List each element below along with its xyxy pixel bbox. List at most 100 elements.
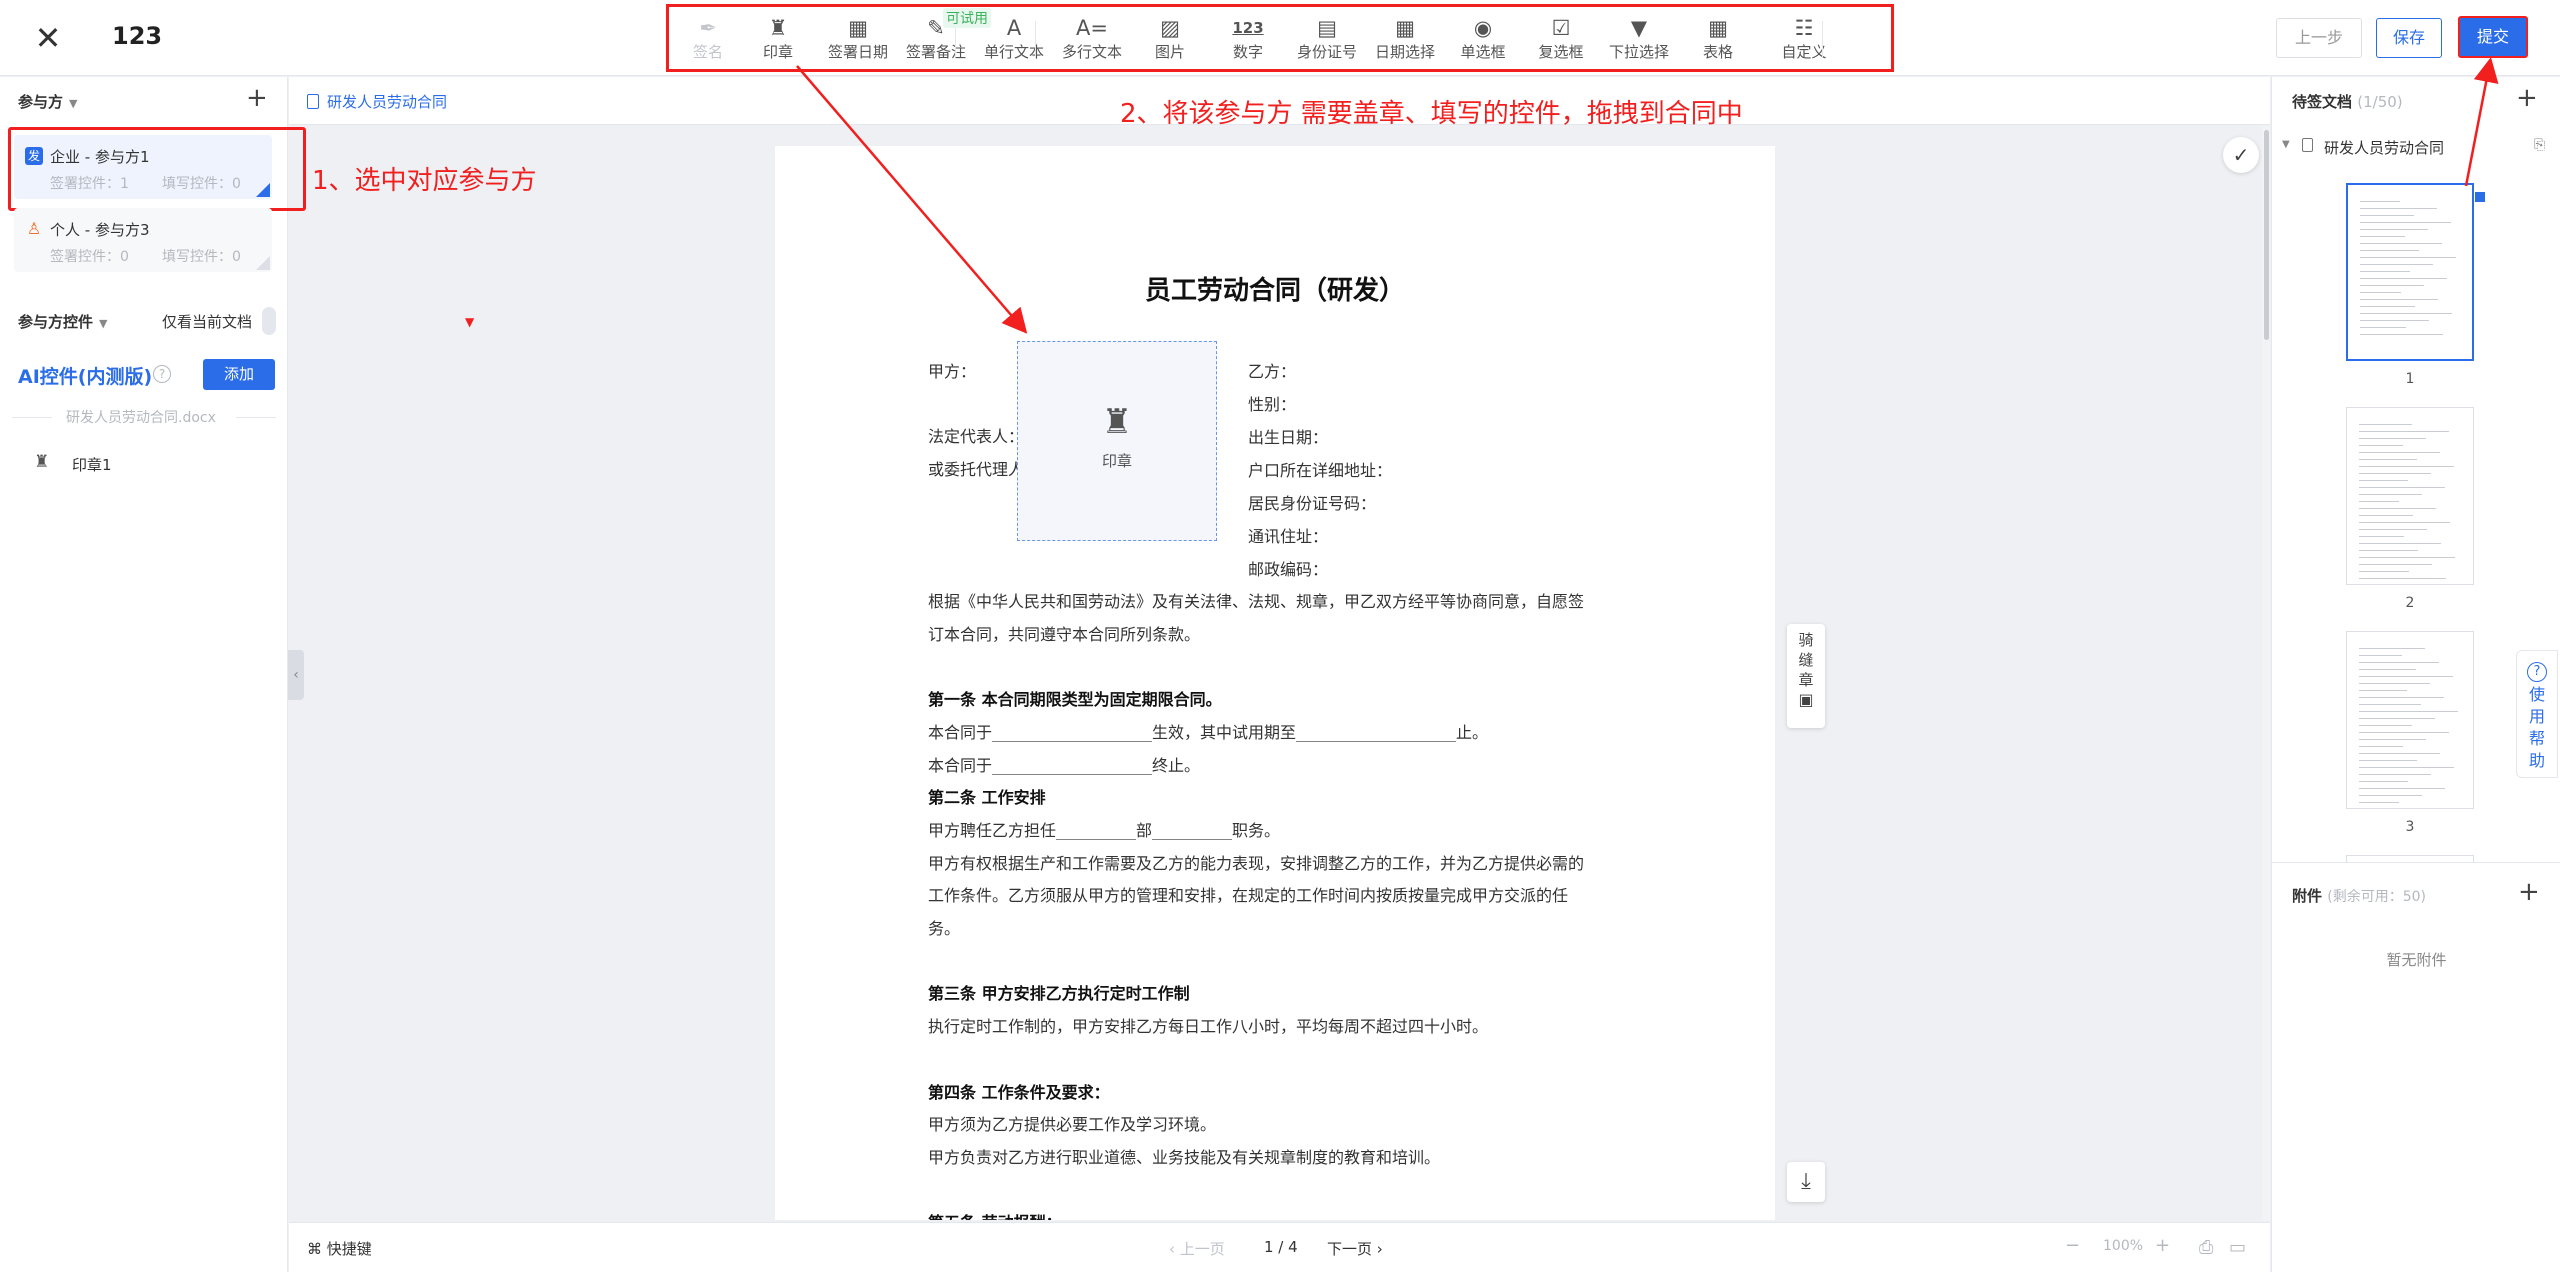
id-card-icon: ▤	[1317, 16, 1337, 40]
thumbnail-text-line	[2359, 739, 2426, 740]
scrollbar-thumb[interactable]	[2264, 130, 2269, 340]
thumbnail-text-line	[2359, 564, 2432, 565]
view-mode-icon[interactable]: ▭	[2229, 1237, 2246, 1258]
zoom-out-icon[interactable]: −	[2065, 1235, 2080, 1256]
close-icon[interactable]: ✕	[30, 20, 66, 56]
text-multi-icon: A=	[1076, 16, 1108, 40]
tool-label: 签署备注	[905, 43, 966, 61]
annotation-step-2: 2、将该参与方 需要盖章、填写的控件，拖拽到合同中	[1120, 99, 1743, 129]
tab-document[interactable]: 研发人员劳动合同	[307, 91, 447, 112]
tool-multi-text[interactable]: A= 多行文本	[1053, 7, 1131, 69]
prev-page-button[interactable]: ‹ 上一页	[1169, 1238, 1225, 1259]
document-paragraph: 甲方有权根据生产和工作需要及乙方的能力表现，安排调整乙方的工作，并为乙方提供必需…	[928, 853, 1585, 873]
page-thumbnail[interactable]	[2346, 183, 2474, 361]
tool-dropdown[interactable]: ▼ 下拉选择	[1600, 7, 1678, 69]
collapse-panel-handle[interactable]: ‹	[288, 650, 304, 700]
ai-controls-title: AI控件(内测版)	[18, 366, 153, 388]
only-current-toggle[interactable]	[262, 307, 276, 335]
thumbnail-text-line	[2359, 662, 2439, 663]
submit-button[interactable]: 提交	[2458, 16, 2528, 58]
document-page: 员工劳动合同（研发） 甲方： 法定代表人： 或委托代理人： 乙方： 性别： 出生日期：户…	[775, 146, 1775, 1220]
tool-image[interactable]: ▨ 图片	[1131, 7, 1209, 69]
seal-placeholder[interactable]: ♜ 印章	[1017, 341, 1217, 541]
tool-checkbox[interactable]: ☑ 复选框	[1522, 7, 1600, 69]
help-icon[interactable]: ?	[153, 365, 171, 383]
thumbnail-text-line	[2359, 718, 2435, 719]
tool-label: 表格	[1702, 43, 1733, 61]
save-button[interactable]: 保存	[2376, 18, 2442, 58]
tool-table[interactable]: ▦ 表格	[1679, 7, 1757, 69]
tool-label: 多行文本	[1061, 43, 1122, 61]
calendar-icon: ▦	[848, 16, 868, 40]
thumbnail-text-line	[2360, 313, 2452, 314]
pending-docs-title: 待签文档 (1/50)	[2292, 93, 2403, 111]
document-action-icon[interactable]: ⎘	[2534, 137, 2545, 153]
thumbnail-text-line	[2359, 536, 2404, 537]
thumbnail-text-line	[2359, 459, 2417, 460]
tool-number[interactable]: 123 数字	[1209, 7, 1287, 69]
tool-seal[interactable]: ♜ 印章	[739, 7, 817, 69]
seam-seal-button[interactable]: 骑缝章 ▣	[1787, 624, 1825, 728]
ai-add-button[interactable]: 添加	[203, 359, 275, 390]
sliders-icon: ☷	[1794, 16, 1814, 40]
download-icon[interactable]: ⤓	[1787, 1162, 1825, 1202]
tool-custom[interactable]: ☷ 自定义	[1765, 7, 1843, 69]
file-icon	[307, 94, 319, 109]
thumbnail-text-line	[2360, 208, 2437, 209]
document-title: 员工劳动合同（研发）	[1144, 276, 1405, 306]
page-thumbnail[interactable]	[2346, 407, 2474, 585]
divider-line	[12, 417, 52, 418]
page-thumbnail[interactable]	[2346, 631, 2474, 809]
fill-controls-count: 填写控件：0	[162, 249, 241, 265]
tool-id-number[interactable]: ▤ 身份证号	[1288, 7, 1366, 69]
document-row[interactable]: ▼ 研发人员劳动合同 ⎘	[2282, 136, 2552, 158]
document-paragraph: 甲方聘任乙方担任__________部__________职务。	[928, 820, 1281, 840]
number-icon: 123	[1232, 19, 1264, 37]
thumbnail-text-line	[2360, 215, 2414, 216]
thumbnail-text-line	[2359, 515, 2413, 516]
help-button[interactable]: ? 使用帮助	[2516, 650, 2558, 778]
thumbnail-text-line	[2359, 655, 2402, 656]
tool-date-select[interactable]: ▦ 日期选择	[1366, 7, 1444, 69]
thumbnail-text-line	[2359, 473, 2431, 474]
prev-step-button[interactable]: 上一步	[2276, 18, 2362, 58]
party-controls-title[interactable]: 参与方控件 ▼	[18, 311, 107, 332]
tool-radio[interactable]: ◉ 单选框	[1444, 7, 1522, 69]
control-toolbar: ✒ 签名 ♜ 印章 ▦ 签署日期 ✎ 签署备注 A 单行文本 A= 多行文本 ▨ 图片 123 数字 ▤ 身份证号…	[666, 4, 1894, 72]
next-page-button[interactable]: 下一页 ›	[1327, 1238, 1383, 1259]
tool-signature[interactable]: ✒ 签名	[669, 7, 747, 69]
chevron-down-icon: ▼	[69, 97, 78, 110]
fit-page-icon[interactable]: ⎙	[2199, 1237, 2213, 1258]
thumbnail-text-line	[2359, 501, 2399, 502]
zoom-in-icon[interactable]: +	[2155, 1235, 2170, 1256]
thumbnail-text-line	[2359, 557, 2455, 558]
seal-icon: ♜	[34, 452, 50, 472]
doc-name-divider: 研发人员劳动合同.docx	[12, 407, 276, 427]
tool-label: 单选框	[1460, 43, 1506, 61]
thumbnail-text-line	[2360, 201, 2400, 202]
add-party-icon[interactable]: +	[246, 85, 268, 111]
add-document-icon[interactable]: +	[2516, 85, 2538, 111]
parties-title[interactable]: 参与方 ▼	[18, 91, 77, 112]
thumbnail-text-line	[2360, 278, 2447, 279]
thumbnail-text-line	[2359, 529, 2427, 530]
thumbnail-text-line	[2359, 711, 2458, 712]
document-paragraph: 务。	[928, 919, 961, 938]
person-icon: ♙	[26, 219, 42, 238]
thumbnail-text-line	[2359, 781, 2408, 782]
pending-docs-count: (1/50)	[2357, 93, 2403, 111]
thumbnail-text-line	[2360, 264, 2433, 265]
pen-icon: ✒	[699, 16, 717, 40]
annotation-marker-icon: ▼	[465, 315, 475, 329]
annotation-highlight-party	[8, 127, 306, 211]
control-item-seal[interactable]: ♜ 印章1	[34, 452, 112, 476]
tool-sign-date[interactable]: ▦ 签署日期	[819, 7, 897, 69]
verify-icon[interactable]: ✓	[2223, 137, 2259, 173]
page-number: 3	[2405, 819, 2415, 835]
only-current-label: 仅看当前文档	[162, 313, 253, 331]
thumbnail-text-line	[2359, 522, 2450, 523]
party-card-2[interactable]: ♙ 个人 - 参与方3 签署控件：0 填写控件：0	[14, 208, 272, 272]
shortcut-button[interactable]: ⌘ 快捷键	[307, 1238, 372, 1259]
add-attachment-icon[interactable]: +	[2518, 877, 2540, 907]
tool-label: 日期选择	[1374, 43, 1435, 61]
